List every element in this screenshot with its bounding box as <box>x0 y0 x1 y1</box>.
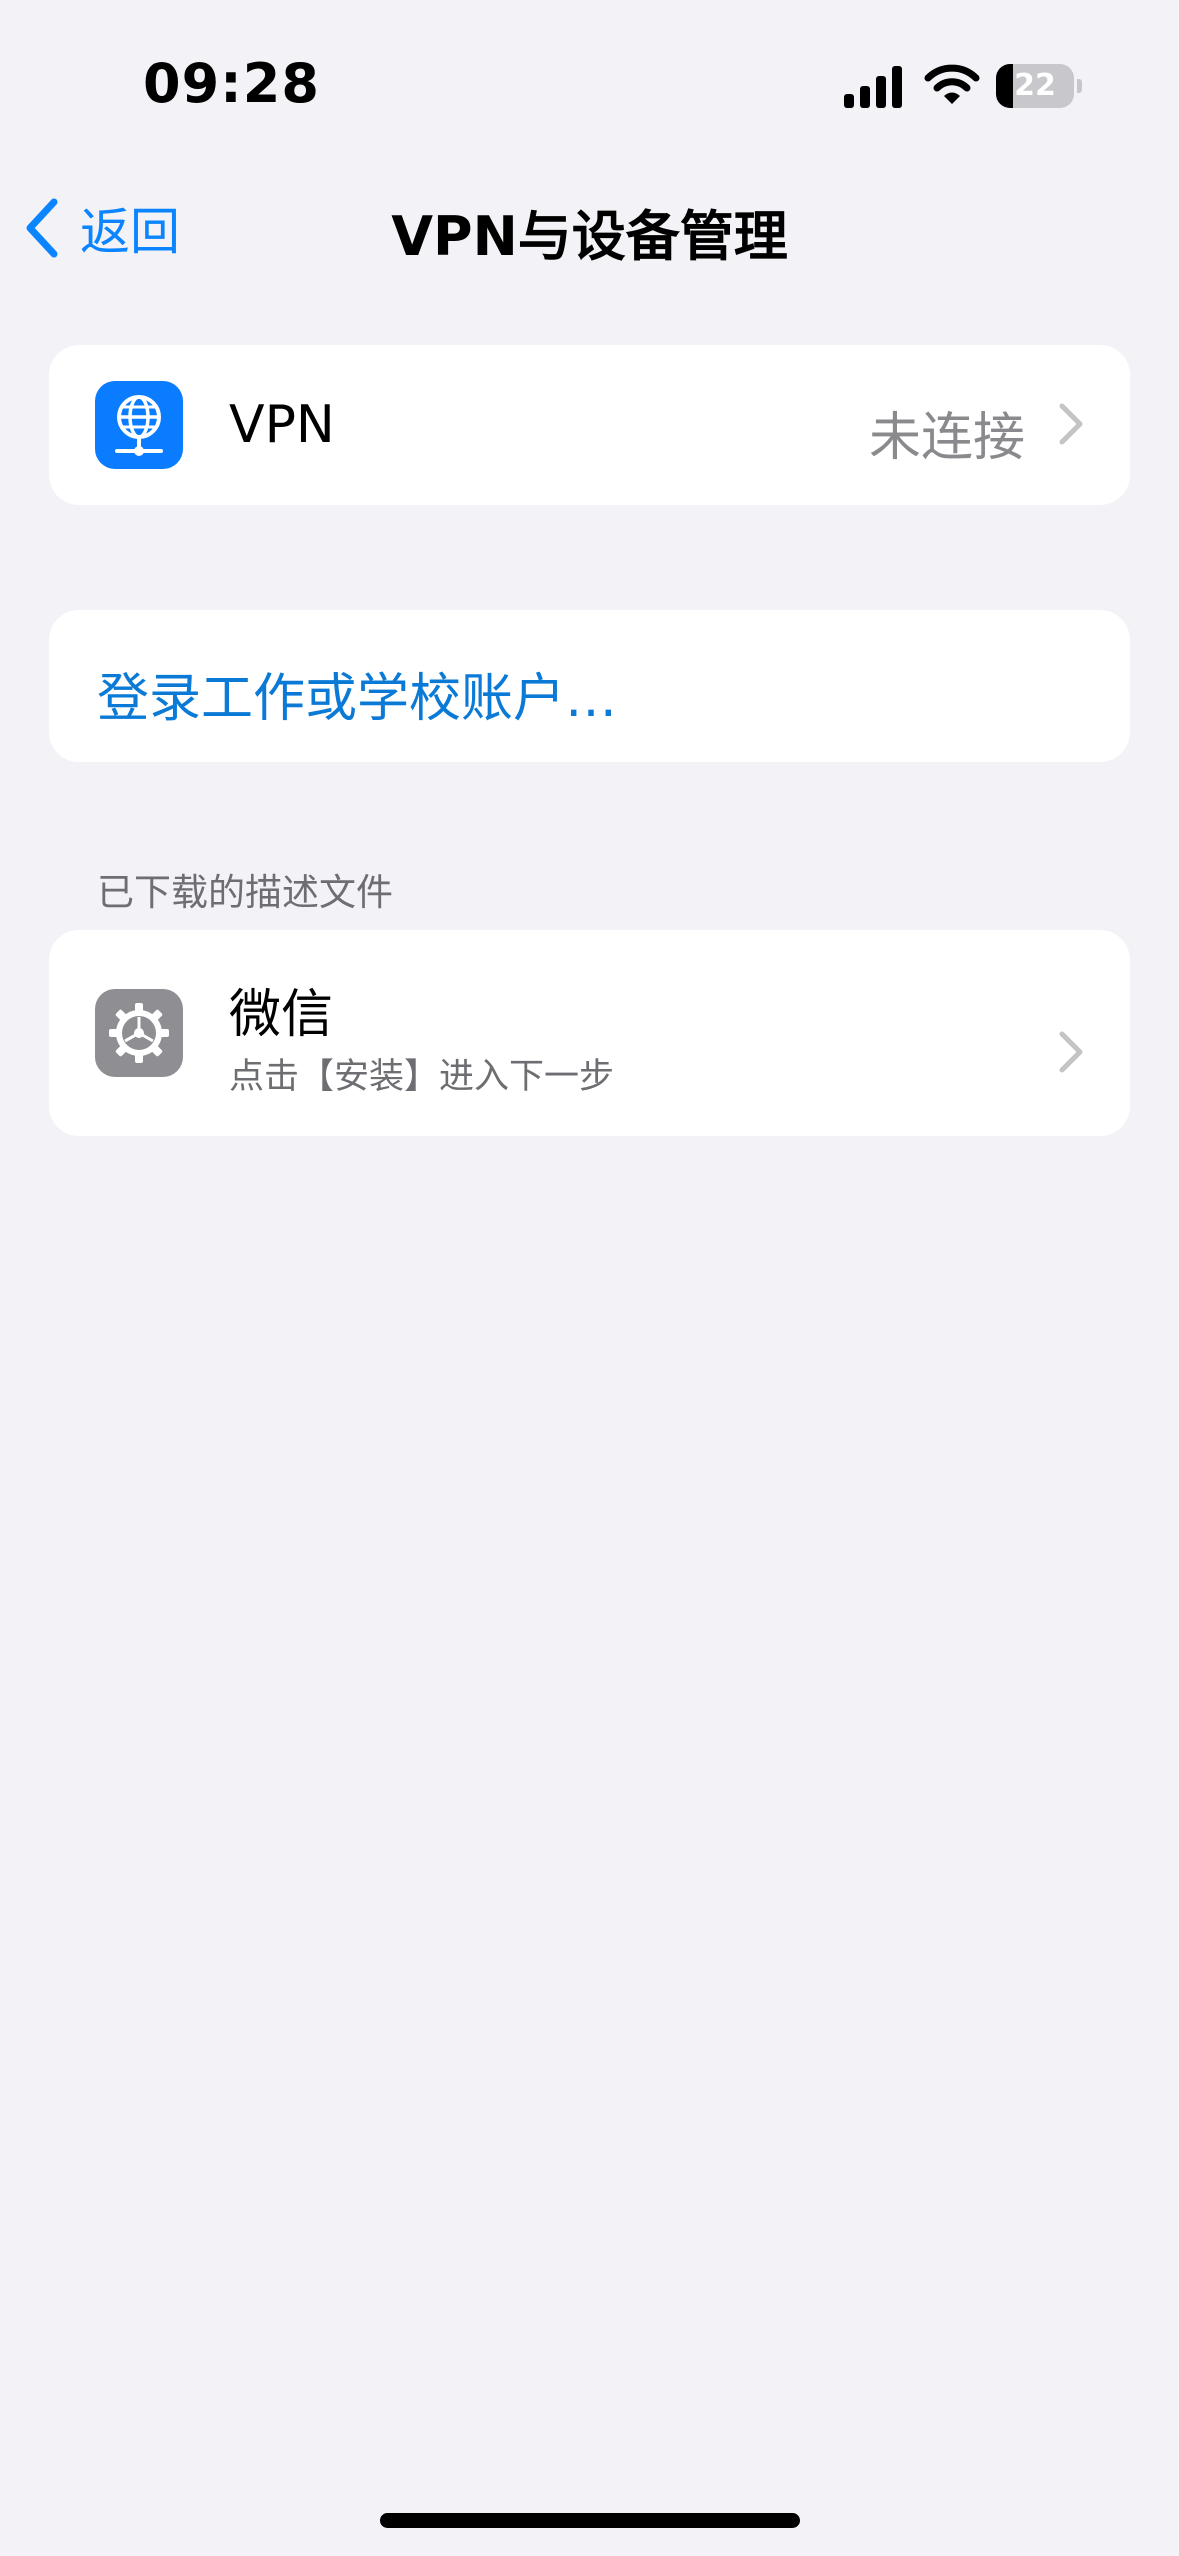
vpn-label: VPN <box>229 395 335 455</box>
home-indicator[interactable] <box>380 2513 800 2528</box>
chevron-right-icon <box>1059 403 1083 445</box>
battery-level: 22 <box>1014 68 1056 103</box>
settings-gear-icon <box>95 989 183 1077</box>
vpn-row[interactable]: VPN 未连接 <box>49 345 1130 505</box>
signin-row[interactable]: 登录工作或学校账户… <box>49 610 1130 762</box>
profile-name: 微信 <box>229 985 334 1045</box>
chevron-right-icon <box>1059 1031 1083 1073</box>
signin-work-school-account-link[interactable]: 登录工作或学校账户… <box>97 656 617 731</box>
status-time: 09:28 <box>143 52 320 115</box>
profile-subtitle: 点击【安装】进入下一步 <box>229 1057 615 1097</box>
cellular-signal-icon <box>844 66 902 108</box>
status-bar: 09:28 22 <box>0 0 1179 170</box>
page-title: VPN与设备管理 <box>391 205 788 268</box>
downloaded-profiles-header: 已下载的描述文件 <box>97 871 393 914</box>
vpn-status: 未连接 <box>868 408 1025 468</box>
profile-row-wechat[interactable]: 微信 点击【安装】进入下一步 <box>49 930 1130 1136</box>
navigation-bar: 返回 VPN与设备管理 <box>0 170 1179 285</box>
globe-network-icon <box>95 381 183 469</box>
wifi-icon <box>924 64 980 104</box>
battery-indicator: 22 <box>996 64 1082 110</box>
